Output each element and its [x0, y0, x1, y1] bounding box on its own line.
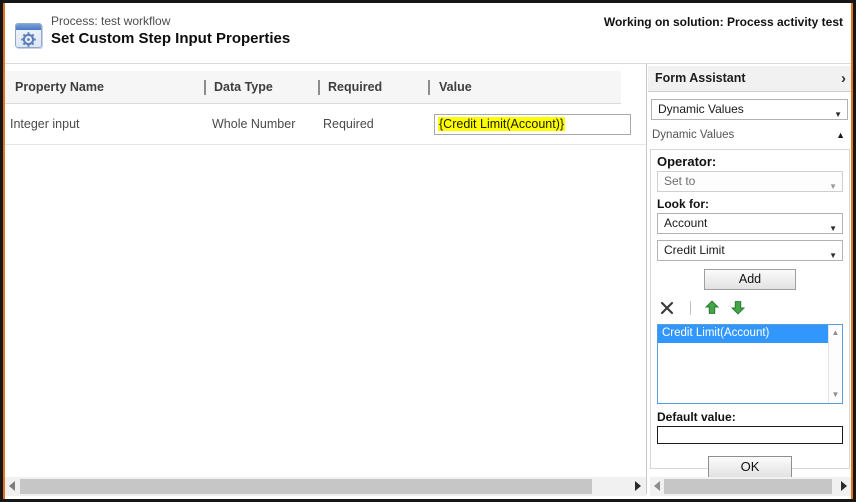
chevron-down-icon: ▼	[834, 105, 842, 120]
column-header-value: Value	[439, 71, 472, 103]
panel-divider	[646, 64, 647, 494]
dialog-title: Set Custom Step Input Properties	[51, 30, 290, 47]
delete-x-icon[interactable]	[660, 301, 674, 315]
attribute-value: Credit Limit	[664, 243, 725, 257]
entity-value: Account	[664, 216, 707, 230]
set-custom-step-input-properties-dialog: Process: test workflow Set Custom Step I…	[0, 0, 856, 502]
scroll-up-icon[interactable]: ▲	[829, 328, 842, 338]
chevron-down-icon: ▼	[829, 219, 837, 234]
dynamic-value-token: {Credit Limit(Account)}	[438, 117, 565, 131]
chevron-down-icon: ▼	[829, 246, 837, 261]
dynamic-values-listbox[interactable]: Credit Limit(Account) ▲ ▼	[657, 324, 843, 404]
chevron-down-icon: ▼	[829, 177, 837, 192]
move-down-arrow-icon[interactable]	[731, 300, 745, 315]
operator-value: Set to	[664, 174, 695, 188]
ok-button[interactable]: OK	[708, 456, 792, 478]
add-button[interactable]: Add	[704, 269, 796, 290]
look-for-label: Look for:	[657, 197, 843, 211]
process-name-label: Process: test workflow	[51, 14, 170, 28]
main-horizontal-scrollbar[interactable]	[5, 477, 646, 496]
scrollbar-thumb[interactable]	[20, 479, 592, 494]
form-assistant-panel: Form Assistant › Dynamic Values ▼ Dynami…	[648, 64, 852, 474]
scroll-left-icon[interactable]	[654, 481, 660, 491]
column-header-data-type: Data Type	[214, 71, 273, 103]
operator-label: Operator:	[657, 154, 843, 169]
column-separator	[204, 80, 206, 95]
gear-icon	[21, 32, 36, 47]
property-name-cell: Integer input	[10, 104, 80, 144]
listbox-scrollbar[interactable]: ▲ ▼	[828, 325, 842, 403]
dialog-header: Process: test workflow Set Custom Step I…	[5, 3, 851, 64]
scroll-left-icon[interactable]	[9, 481, 15, 491]
assistant-tool-dropdown[interactable]: Dynamic Values ▼	[651, 99, 848, 120]
column-separator	[428, 80, 430, 95]
form-assistant-header[interactable]: Form Assistant ›	[648, 66, 852, 92]
scroll-right-icon[interactable]	[635, 481, 641, 491]
scrollbar-thumb[interactable]	[664, 479, 832, 494]
solution-label: Working on solution: Process activity te…	[604, 15, 843, 29]
entity-dropdown[interactable]: Account ▼	[657, 213, 843, 234]
chevron-up-icon: ▲	[836, 124, 845, 146]
section-label: Dynamic Values	[652, 129, 734, 141]
table-header-row: Property Name Data Type Required Value	[5, 71, 621, 104]
list-item-selected[interactable]: Credit Limit(Account)	[658, 325, 828, 343]
left-accent-border	[3, 3, 5, 499]
move-up-arrow-icon[interactable]	[705, 300, 719, 315]
attribute-dropdown[interactable]: Credit Limit ▼	[657, 240, 843, 261]
panel-horizontal-scrollbar[interactable]	[650, 477, 852, 496]
dynamic-values-section-header[interactable]: Dynamic Values ▲	[648, 124, 852, 146]
dynamic-values-groupbox: Operator: Set to ▼ Look for: Account ▼ C…	[650, 149, 850, 469]
workflow-step-icon	[15, 23, 42, 48]
form-assistant-title: Form Assistant	[655, 71, 746, 85]
right-accent-border	[851, 3, 853, 499]
default-value-label: Default value:	[657, 410, 843, 424]
toolbar-separator	[690, 301, 691, 315]
chevron-right-icon[interactable]: ›	[841, 66, 846, 91]
operator-dropdown[interactable]: Set to ▼	[657, 171, 843, 192]
window-titlebar-glyph	[16, 24, 41, 30]
required-cell: Required	[323, 104, 374, 144]
scroll-down-icon[interactable]: ▼	[829, 390, 842, 400]
assistant-tool-value: Dynamic Values	[658, 102, 744, 116]
column-header-required: Required	[328, 71, 382, 103]
list-toolbar	[657, 300, 843, 315]
column-separator	[318, 80, 320, 95]
default-value-input[interactable]	[657, 426, 843, 444]
data-type-cell: Whole Number	[212, 104, 295, 144]
column-header-property-name: Property Name	[15, 71, 104, 103]
value-input[interactable]: {Credit Limit(Account)}	[434, 114, 631, 135]
table-row: Integer input Whole Number Required {Cre…	[5, 104, 646, 145]
scroll-right-icon[interactable]	[841, 481, 847, 491]
properties-table: Property Name Data Type Required Value I…	[5, 64, 646, 496]
